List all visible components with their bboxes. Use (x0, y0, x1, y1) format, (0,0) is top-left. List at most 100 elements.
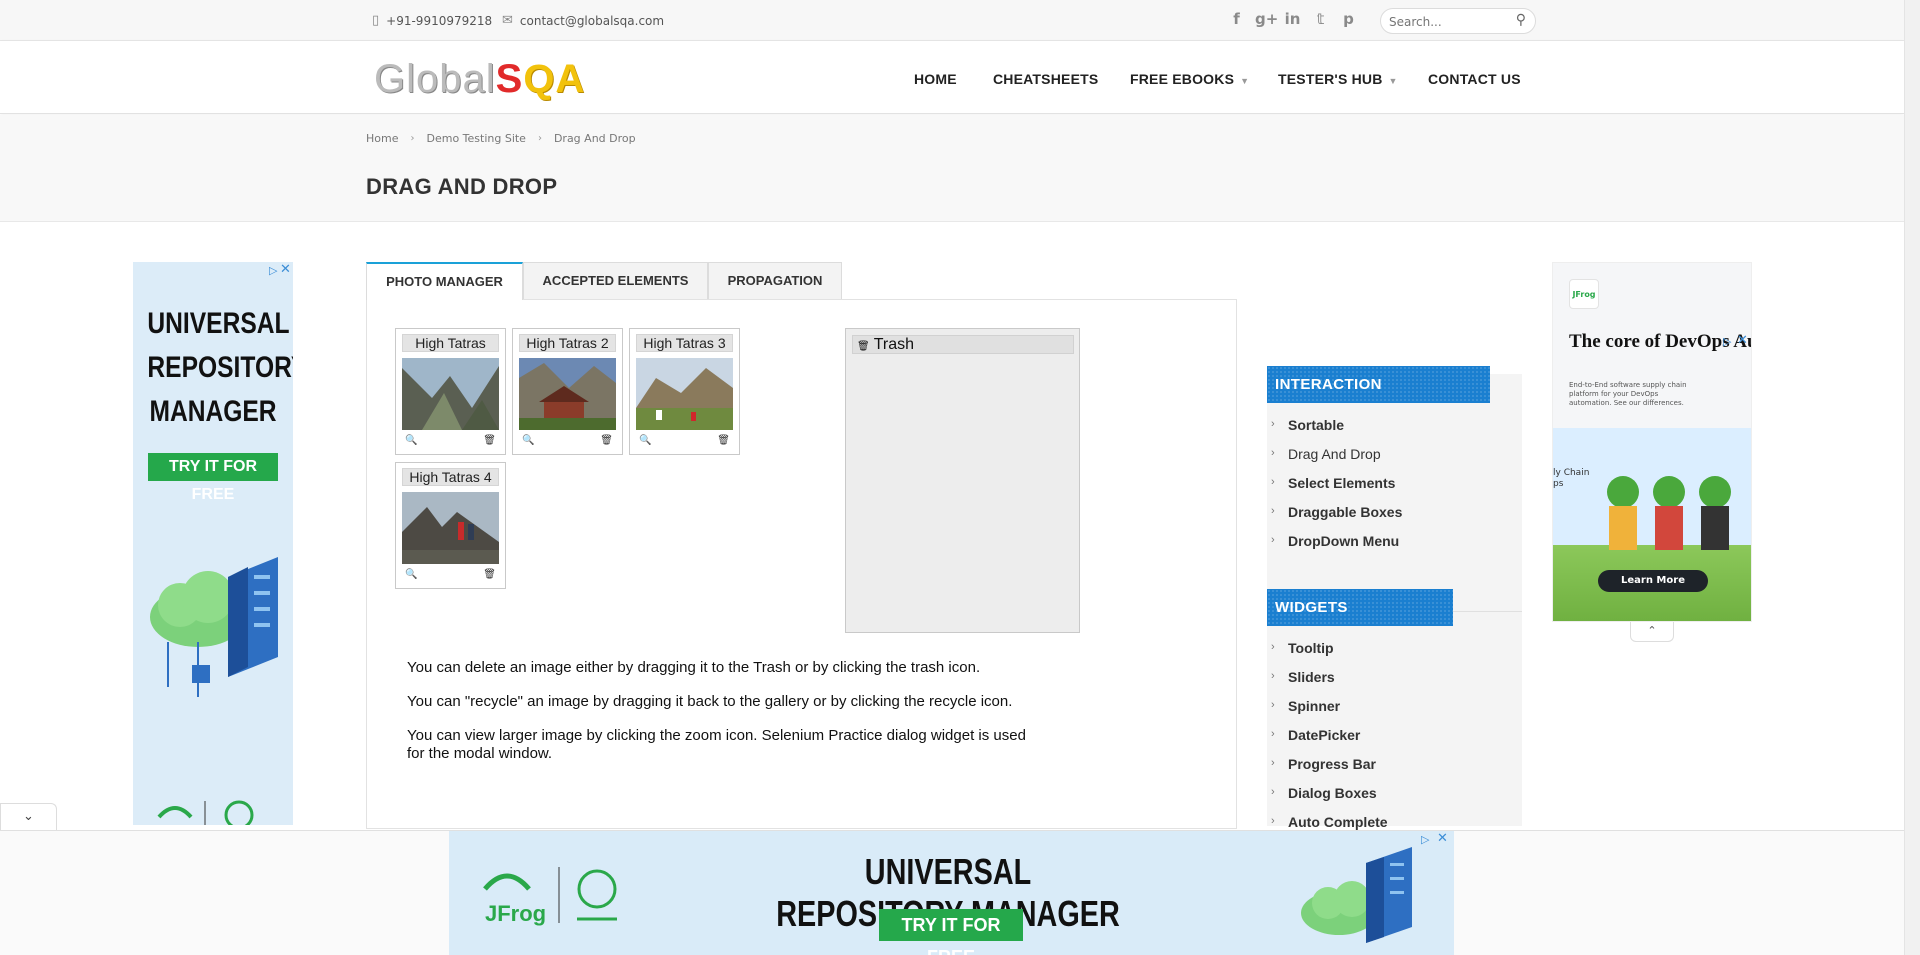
sidebar-item-datepicker[interactable]: › DatePicker (1271, 727, 1360, 743)
breadcrumb-current: Drag And Drop (553, 132, 636, 145)
chevron-right-icon: › (1271, 699, 1275, 711)
sidebar-item-drag-and-drop[interactable]: › Drag And Drop (1271, 446, 1381, 462)
trash-icon[interactable]: 🗑 (483, 569, 496, 580)
sidebar-item-dropdown-menu[interactable]: › DropDown Menu (1271, 533, 1399, 549)
jfrog-logo: JFrog (483, 867, 617, 926)
pinterest-icon[interactable]: p (1339, 10, 1358, 28)
instruction-delete: You can delete an image either by draggi… (407, 659, 981, 676)
try-it-free-button[interactable]: TRY IT FOR FREE (148, 453, 278, 503)
cloud-server-illustration (1301, 847, 1412, 943)
left-advertisement[interactable]: ▷ ✕ UNIVERSAL REPOSITORY MANAGER TRY IT … (133, 262, 293, 825)
sidebar-item-label: Tooltip (1288, 640, 1334, 656)
breadcrumb: Home › Demo Testing Site › Drag And Drop (366, 132, 636, 145)
twitter-icon[interactable]: 𝕥 (1311, 10, 1330, 28)
chevron-up-icon[interactable]: ⌃ (1630, 622, 1674, 642)
mountain-photo (402, 492, 499, 564)
ad-title-line-1: UNIVERSAL (147, 307, 290, 340)
sidebar-item-sliders[interactable]: › Sliders (1271, 669, 1335, 685)
sidebar-item-label: Auto Complete (1288, 814, 1388, 830)
zoom-icon[interactable]: 🔍 (405, 435, 417, 446)
nav-contact-us[interactable]: CONTACT US (1428, 71, 1521, 87)
chevron-right-icon: › (1271, 447, 1275, 459)
breadcrumb-home[interactable]: Home (366, 132, 398, 145)
tab-propagation[interactable]: PROPAGATION (708, 262, 842, 299)
sidebar-item-sortable[interactable]: › Sortable (1271, 417, 1344, 433)
page-title: DRAG AND DROP (366, 174, 558, 199)
chevron-right-icon: › (1271, 786, 1275, 798)
trash-icon[interactable]: 🗑 (600, 435, 613, 446)
site-logo[interactable]: GlobalSQA (374, 57, 585, 101)
gallery-item[interactable]: High Tatras 4 🔍 🗑 (395, 462, 506, 589)
ad-top: JFrog The core of DevOps Automation ▷ ✕ … (1553, 263, 1751, 428)
zoom-icon[interactable]: 🔍 (639, 435, 651, 446)
sidebar-item-draggable-boxes[interactable]: › Draggable Boxes (1271, 504, 1403, 520)
logo-text-qa: QA (523, 57, 586, 101)
chevron-right-icon: › (1271, 476, 1275, 488)
sidebar-item-label: Dialog Boxes (1288, 785, 1377, 801)
email-contact[interactable]: ✉ contact@globalsqa.com (502, 13, 664, 28)
vertical-scrollbar[interactable] (1904, 0, 1920, 955)
trash-header: 🗑 Trash (852, 335, 1074, 354)
sidebar: INTERACTION › Sortable › Drag And Drop › Se… (1267, 366, 1522, 830)
gallery-item[interactable]: High Tatras 🔍 🗑 (395, 328, 506, 455)
close-icon[interactable]: ✕ (1437, 831, 1448, 846)
ad-illustration: ly Chain ps Learn More (1553, 428, 1751, 621)
nav-home[interactable]: HOME (914, 71, 957, 87)
close-icon[interactable]: ✕ (280, 262, 291, 277)
try-it-free-button[interactable]: TRY IT FOR FREE (879, 909, 1023, 955)
close-icon[interactable]: ✕ (1737, 333, 1748, 348)
trash-icon[interactable]: 🗑 (483, 435, 496, 446)
gallery-item[interactable]: High Tatras 2 🔍 🗑 (512, 328, 623, 455)
gallery-item[interactable]: High Tatras 3 🔍 🗑 (629, 328, 740, 455)
chevron-down-icon: ▼ (1388, 76, 1398, 86)
search-box: ⚲ (1380, 8, 1536, 34)
sidebar-item-label: Draggable Boxes (1288, 504, 1403, 520)
trash-title: Trash (873, 336, 915, 353)
gallery-item-title[interactable]: High Tatras 3 (636, 334, 733, 352)
search-icon[interactable]: ⚲ (1516, 12, 1526, 28)
ad-side-text: ly Chain ps (1553, 468, 1590, 489)
sidebar-item-auto-complete[interactable]: › Auto Complete (1271, 814, 1388, 830)
instruction-recycle: You can "recycle" an image by dragging i… (407, 693, 1013, 710)
learn-more-button[interactable]: Learn More (1598, 570, 1708, 592)
frogs-illustration (1607, 476, 1731, 550)
nav-free-ebooks-label: FREE EBOOKS (1130, 71, 1235, 87)
logo-text-global: Global (374, 57, 496, 101)
adchoices-icon[interactable]: ▷ (269, 264, 277, 277)
sidebar-item-select-elements[interactable]: › Select Elements (1271, 475, 1396, 491)
tab-photo-manager[interactable]: PHOTO MANAGER (366, 262, 523, 300)
trash-icon[interactable]: 🗑 (717, 435, 730, 446)
search-input[interactable] (1389, 13, 1504, 30)
phone-icon: ▯ (372, 13, 380, 28)
nav-cheatsheets[interactable]: CHEATSHEETS (993, 71, 1098, 87)
sidebar-item-progress-bar[interactable]: › Progress Bar (1271, 756, 1376, 772)
sidebar-item-label: Progress Bar (1288, 756, 1376, 772)
email-address[interactable]: contact@globalsqa.com (520, 14, 664, 28)
mountain-photo (402, 358, 499, 430)
zoom-icon[interactable]: 🔍 (405, 569, 417, 580)
sidebar-item-spinner[interactable]: › Spinner (1271, 698, 1340, 714)
tab-accepted-elements[interactable]: ACCEPTED ELEMENTS (523, 262, 708, 299)
top-bar: ▯ +91-9910979218 ✉ contact@globalsqa.com… (0, 0, 1920, 41)
chevron-right-icon: › (410, 133, 415, 144)
breadcrumb-demo-testing-site[interactable]: Demo Testing Site (426, 132, 525, 145)
adchoices-icon[interactable]: ▷ (1723, 335, 1731, 348)
right-advertisement[interactable]: JFrog The core of DevOps Automation ▷ ✕ … (1552, 262, 1752, 622)
sidebar-item-label: Select Elements (1288, 475, 1396, 491)
bottom-advertisement[interactable]: ▷ ✕ JFrog UNIVERSAL REPOSITORY MANAGER T… (449, 831, 1454, 955)
nav-testers-hub[interactable]: TESTER'S HUB ▼ (1278, 71, 1398, 87)
nav-free-ebooks[interactable]: FREE EBOOKS ▼ (1130, 71, 1249, 87)
trash-icon: 🗑 (857, 341, 870, 352)
zoom-icon[interactable]: 🔍 (522, 435, 534, 446)
gallery-item-title[interactable]: High Tatras (402, 334, 499, 352)
facebook-icon[interactable]: f (1227, 10, 1246, 28)
trash-drop-zone[interactable]: 🗑 Trash (845, 328, 1080, 633)
linkedin-icon[interactable]: in (1283, 10, 1302, 28)
sidebar-item-dialog-boxes[interactable]: › Dialog Boxes (1271, 785, 1377, 801)
sidebar-item-tooltip[interactable]: › Tooltip (1271, 640, 1334, 656)
gallery-item-title[interactable]: High Tatras 2 (519, 334, 616, 352)
gallery-item-title[interactable]: High Tatras 4 (402, 468, 499, 486)
envelope-icon: ✉ (502, 13, 513, 28)
chevron-down-icon[interactable]: ⌄ (0, 803, 57, 830)
google-plus-icon[interactable]: g+ (1255, 10, 1278, 28)
